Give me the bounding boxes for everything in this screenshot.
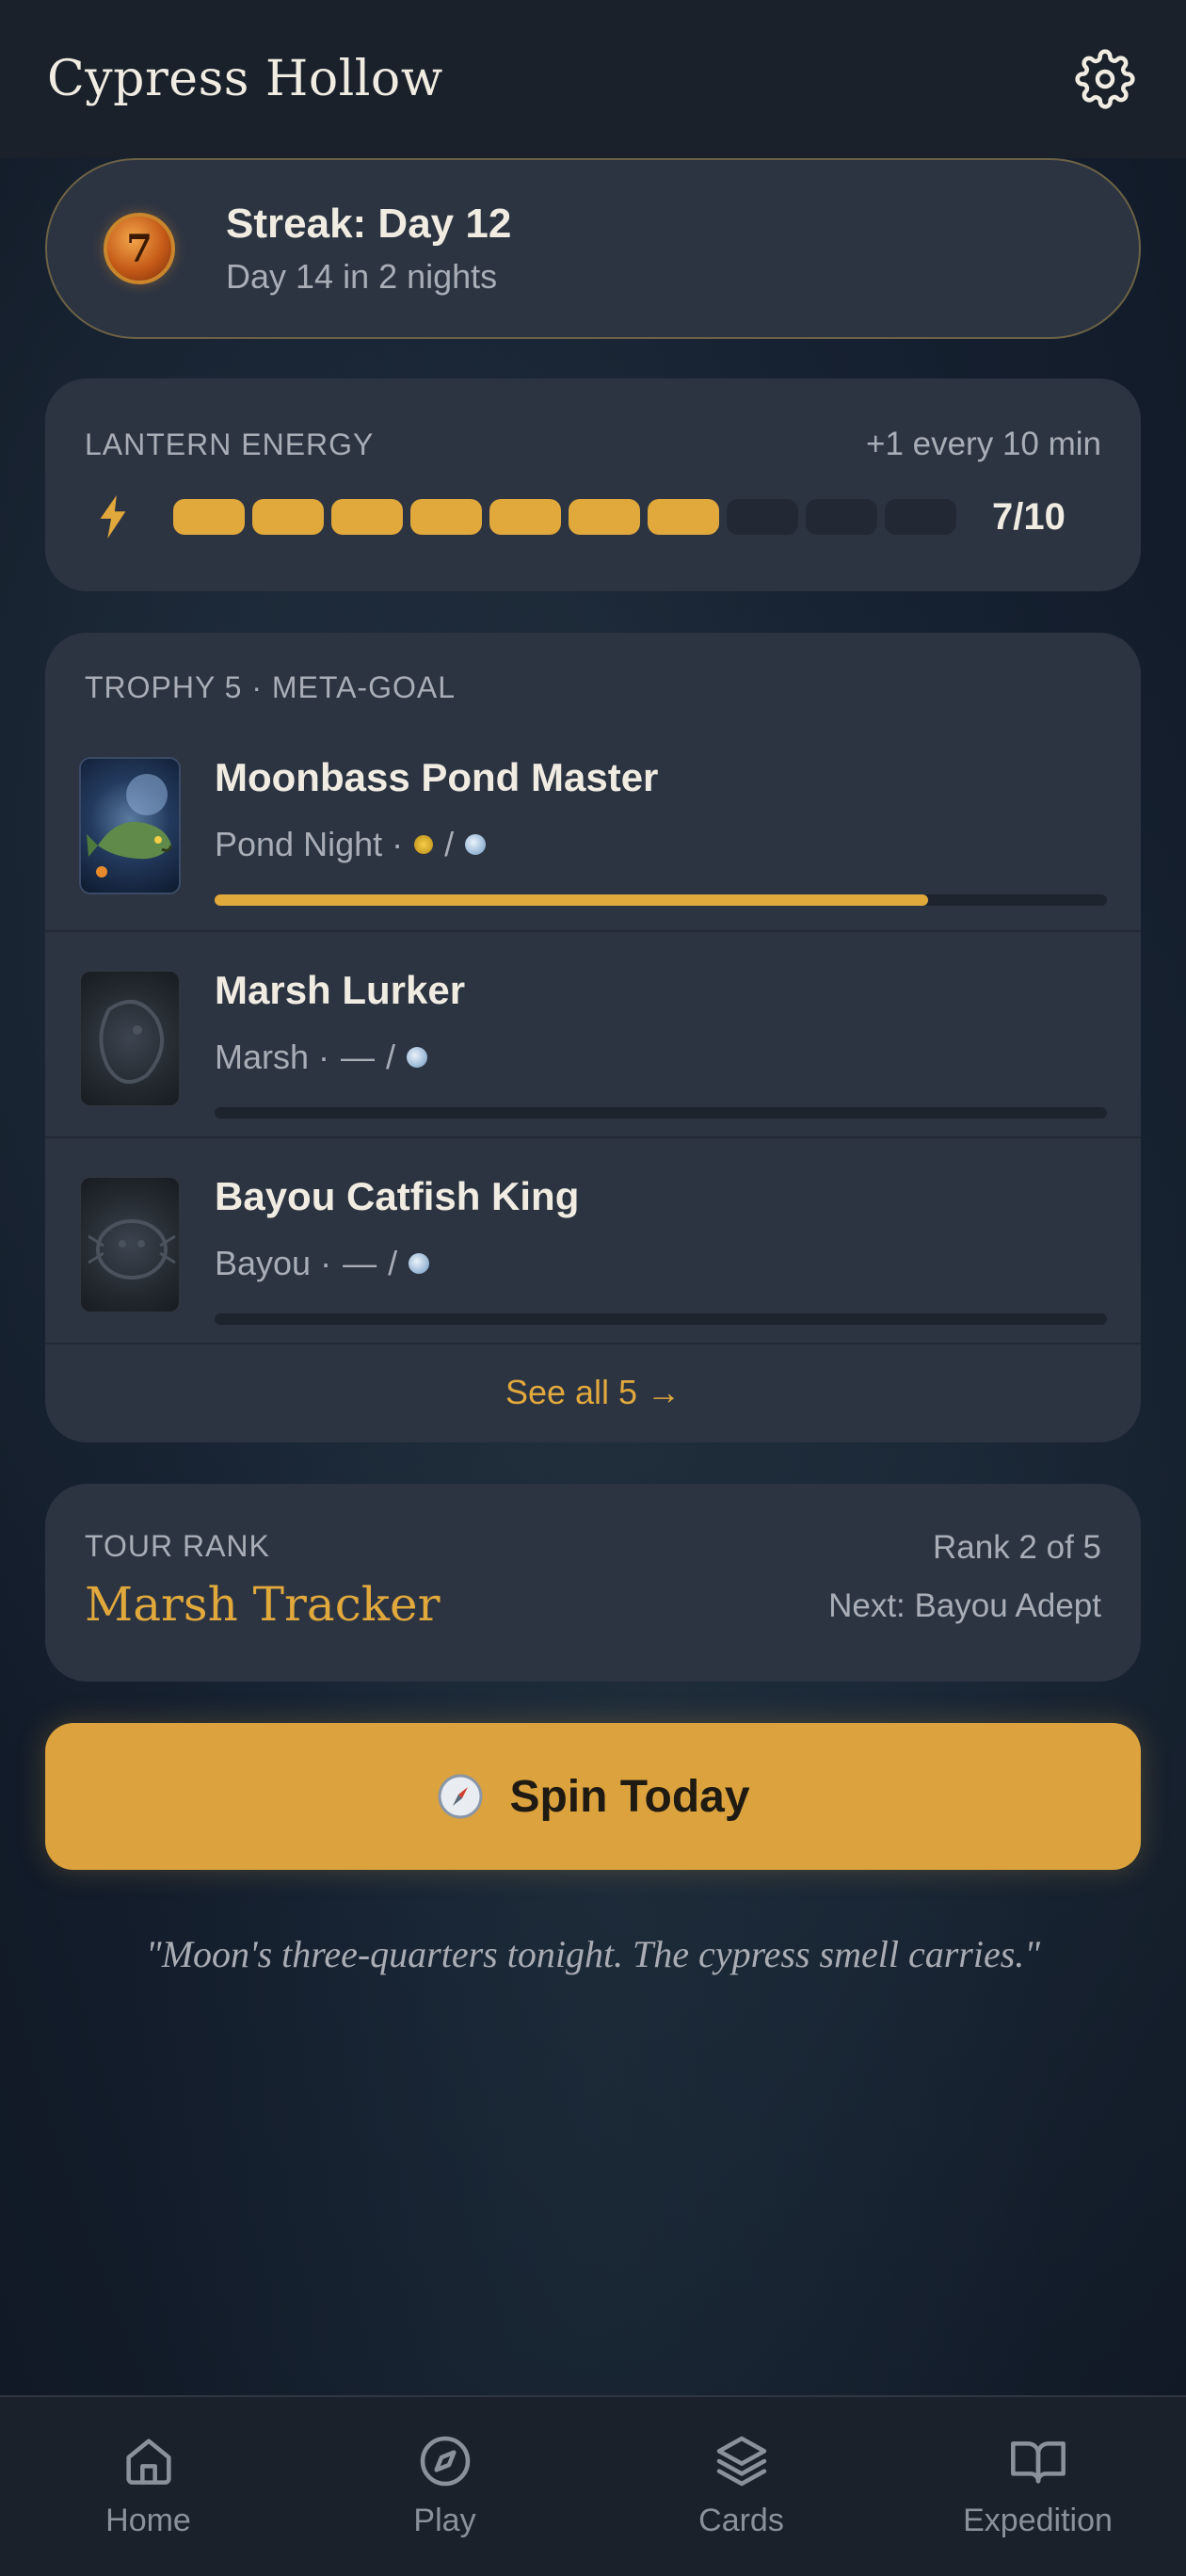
energy-meter [173,499,956,535]
trophy-progress-fill [215,894,929,906]
trophy-item-location: Marsh · [215,1038,330,1076]
settings-button[interactable] [1071,45,1139,113]
trophy-progress-bar [215,1107,1107,1119]
bottom-navigation: Home Play Cards Expedition [0,2395,1186,2576]
trophy-header: TROPHY 5 · META-GOAL [85,670,456,704]
rank-position: Rank 2 of 5 [933,1529,1101,1566]
streak-subtitle: Day 14 in 2 nights [226,257,498,296]
trophy-item[interactable]: Marsh Lurker Marsh · — / [45,932,1141,1138]
home-icon [125,2439,171,2485]
rank-next: Next: Bayou Adept [828,1587,1101,1624]
separator-slash: / [386,1038,396,1076]
energy-segment-filled [569,499,640,535]
energy-segment-filled [648,499,719,535]
tour-rank-card: TOUR RANK Marsh Tracker Rank 2 of 5 Next… [45,1484,1141,1682]
flavor-quote: "Moon's three-quarters tonight. The cypr… [145,1933,1041,1975]
nav-label-play: Play [413,2503,476,2538]
nav-item-home[interactable]: Home [0,2397,296,2576]
trophy-progress-bar [215,1313,1107,1325]
trophy-progress-bar [215,894,1107,906]
lightning-bolt-icon [100,495,126,539]
trophy-item-subtitle: Pond Night · / [215,825,487,864]
energy-segment-empty [727,499,798,535]
trophy-item-first-slot: — [343,1244,377,1282]
energy-segment-filled [173,499,245,535]
nav-item-play[interactable]: Play [296,2397,593,2576]
rank-name: Marsh Tracker [85,1577,441,1632]
nav-label-expedition: Expedition [963,2503,1113,2538]
moon-icon [409,1253,430,1274]
nav-label-home: Home [105,2503,191,2538]
app-title: Cypress Hollow [47,51,443,107]
rank-label: TOUR RANK [85,1529,270,1563]
streak-badge-number: 7 [126,226,152,271]
energy-label: LANTERN ENERGY [85,427,375,461]
locked-creature-icon [99,1000,164,1085]
energy-count: 7/10 [992,495,1066,538]
gear-icon [1075,49,1135,109]
separator-slash: / [444,825,455,863]
trophy-item-title: Bayou Catfish King [215,1174,580,1218]
moon-icon [407,1047,428,1068]
trophy-item-first-slot: — [341,1038,376,1076]
trophy-card: TROPHY 5 · META-GOAL Moonbass Pond Maste… [45,633,1141,1442]
nav-item-expedition[interactable]: Expedition [890,2397,1186,2576]
trophy-item-location: Bayou · [215,1244,332,1282]
lantern-energy-card: LANTERN ENERGY +1 every 10 min 7/10 [45,378,1141,591]
compass-icon [438,1774,483,1819]
energy-segment-empty [806,499,877,535]
energy-segment-filled [252,499,324,535]
streak-banner[interactable]: 7 Streak: Day 12 Day 14 in 2 nights [45,158,1141,339]
nav-label-cards: Cards [698,2503,784,2538]
nav-item-cards[interactable]: Cards [593,2397,890,2576]
trophy-item-title: Marsh Lurker [215,968,466,1012]
trophy-item-title: Moonbass Pond Master [215,755,659,799]
trophy-item[interactable]: Moonbass Pond Master Pond Night · / [45,734,1141,932]
app-header: Cypress Hollow [0,0,1186,158]
energy-segment-filled [489,499,561,535]
energy-rate: +1 every 10 min [866,426,1101,462]
layers-icon [716,2436,766,2487]
trophy-item-location: Pond Night · [215,825,404,863]
catfish-king-card-thumbnail [79,1176,181,1313]
moonbass-card-thumbnail [79,757,181,894]
trophy-item[interactable]: Bayou Catfish King Bayou · — / [45,1138,1141,1344]
spin-today-button[interactable]: Spin Today [45,1723,1141,1870]
book-icon [1010,2441,1066,2484]
sun-icon [414,835,434,854]
streak-title: Streak: Day 12 [226,201,512,247]
trophy-item-subtitle: Bayou · — / [215,1244,430,1283]
trophy-item-subtitle: Marsh · — / [215,1038,428,1077]
bass-fish-icon [87,774,173,877]
energy-segment-filled [331,499,403,535]
streak-badge-icon: 7 [104,213,175,284]
energy-segment-empty [885,499,956,535]
spin-label: Spin Today [509,1771,750,1822]
locked-catfish-icon [88,1219,176,1280]
marsh-lurker-card-thumbnail [79,970,181,1107]
compass-icon [420,2436,470,2487]
moon-icon [465,834,487,855]
energy-segment-filled [410,499,482,535]
separator-slash: / [388,1244,398,1282]
see-all-trophies-link[interactable]: See all 5 → [45,1344,1141,1441]
